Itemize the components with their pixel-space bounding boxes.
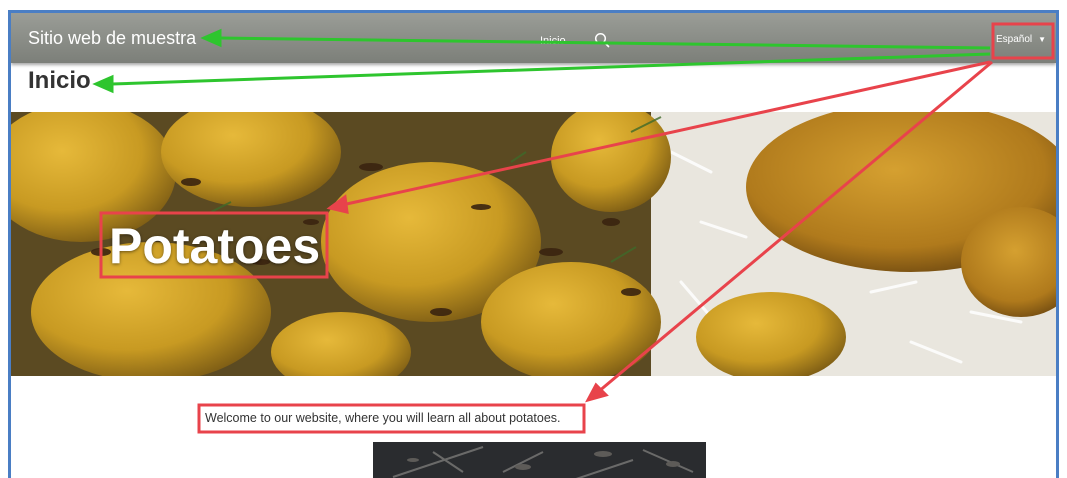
nav-link-inicio[interactable]: Inicio <box>540 34 566 48</box>
browser-frame: Sitio web de muestra Inicio Español ▼ Ini… <box>8 10 1059 478</box>
language-dropdown[interactable]: Español ▼ <box>996 33 1046 47</box>
navbar: Sitio web de muestra Inicio Español ▼ <box>11 13 1056 63</box>
content-image <box>373 442 706 478</box>
search-icon[interactable] <box>594 32 610 48</box>
welcome-text: Welcome to our website, where you will l… <box>205 411 561 425</box>
hero-banner: Potatoes <box>11 112 1056 376</box>
site-brand[interactable]: Sitio web de muestra <box>28 27 196 49</box>
language-selected: Español <box>996 34 1033 45</box>
page-title: Inicio <box>28 67 91 94</box>
hero-title: Potatoes <box>109 218 321 274</box>
caret-down-icon: ▼ <box>1038 35 1047 44</box>
